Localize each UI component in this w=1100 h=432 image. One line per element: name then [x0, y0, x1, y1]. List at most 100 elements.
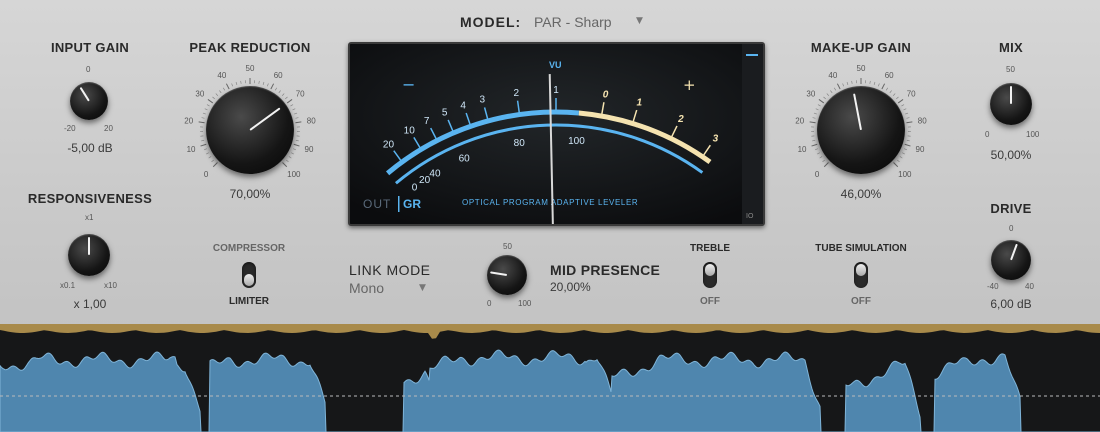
chevron-down-icon: ▼: [419, 283, 426, 293]
peak-reduction-tick-label: 40: [217, 71, 226, 80]
makeup-gain-minor-tick: [873, 81, 876, 85]
vu-tick-label: 20: [383, 139, 395, 150]
makeup-gain-minor-tick: [903, 108, 907, 111]
vu-out-label[interactable]: OUT: [363, 197, 391, 211]
vu-meter: 20 10 7 5 4 3 2 1 0 1 2 3 0 20 40 60 80 100 VU − + OUT GR…: [348, 42, 765, 226]
peak-reduction-minor-tick: [206, 152, 209, 155]
link-mode-selector[interactable]: Mono ▼: [349, 280, 431, 298]
responsiveness-label: RESPONSIVENESS: [27, 191, 153, 206]
mid-presence-scale-max: 100: [518, 299, 532, 308]
vu-gr-label[interactable]: GR: [403, 197, 421, 211]
tube-simulation-state: OFF: [851, 296, 871, 307]
makeup-gain-minor-tick: [889, 90, 892, 94]
knob-indicator: [490, 271, 508, 276]
makeup-gain-minor-tick: [896, 159, 900, 163]
mid-presence-label: MID PRESENCE: [550, 262, 661, 278]
makeup-gain-tick-label: 40: [828, 71, 837, 80]
mix-label: MIX: [998, 40, 1023, 55]
peak-reduction-value: 70,00%: [229, 187, 271, 201]
peak-reduction-tick: [293, 143, 300, 147]
model-label: MODEL:: [460, 14, 522, 30]
makeup-gain-tick: [809, 121, 816, 124]
peak-reduction-minor-tick: [290, 104, 294, 107]
makeup-gain-tick: [904, 143, 911, 147]
makeup-gain-minor-tick: [812, 139, 816, 142]
chevron-down-icon: ▼: [636, 16, 643, 26]
drive-scale-top: 0: [1009, 224, 1014, 233]
vu-gr-tick-label: 60: [459, 154, 471, 165]
peak-reduction-minor-tick: [201, 117, 205, 119]
makeup-gain-value: 46,00%: [840, 187, 882, 201]
makeup-gain-tick: [818, 99, 825, 104]
responsiveness-scale-max: x10: [104, 281, 117, 290]
peak-reduction-minor-tick: [215, 93, 219, 96]
peak-reduction-minor-tick: [219, 90, 222, 94]
vu-title: VU: [549, 60, 562, 70]
makeup-gain-tick: [897, 99, 904, 104]
makeup-gain-tick-label: 20: [795, 116, 804, 125]
peak-reduction-minor-tick: [206, 104, 210, 107]
input-gain-label: INPUT GAIN: [50, 40, 130, 55]
vu-gr-tick-label: 100: [568, 136, 585, 147]
knob-indicator: [249, 107, 281, 131]
makeup-gain-knob[interactable]: [817, 86, 905, 174]
vu-meter-face: 201075432 1 0123020406080 100 VU − + OUT GR…: [350, 44, 763, 224]
makeup-gain-minor-tick: [842, 83, 845, 87]
toggle-handle: [244, 274, 254, 286]
vu-gr-tick-label: 40: [429, 169, 441, 180]
peak-reduction-tick: [270, 83, 275, 90]
makeup-gain-minor-tick: [877, 83, 880, 87]
drive-knob[interactable]: [991, 240, 1031, 280]
tube-simulation-toggle[interactable]: [854, 262, 868, 288]
makeup-gain-minor-tick: [901, 104, 905, 107]
peak-reduction-minor-tick: [240, 80, 242, 84]
mix-scale-max: 100: [1026, 130, 1040, 139]
peak-reduction-tick-label: 60: [274, 71, 283, 80]
mix-knob[interactable]: [990, 83, 1032, 125]
drive-value: 6,00 dB: [990, 297, 1032, 311]
makeup-gain-minor-tick: [817, 104, 821, 107]
input-gain-scale-max: 20: [104, 124, 113, 133]
knob-indicator: [79, 86, 90, 102]
input-gain-scale-min: -20: [64, 124, 76, 133]
input-gain-value: -5,00 dB: [67, 141, 113, 155]
limiter-label: LIMITER: [229, 296, 269, 307]
peak-reduction-tick: [286, 99, 293, 104]
vu-io-badge: IO: [746, 213, 754, 220]
makeup-gain-minor-tick: [833, 87, 837, 91]
compressor-limiter-toggle[interactable]: [242, 262, 256, 288]
makeup-gain-minor-tick: [902, 152, 905, 155]
mid-presence-scale-top: 50: [503, 242, 512, 251]
peak-reduction-tick-label: 30: [195, 90, 204, 99]
plugin-panel: MODEL: PAR - Sharp ▼ INPUT GAIN 0 -20 20…: [0, 0, 1100, 328]
peak-reduction-tick-label: 90: [305, 145, 314, 154]
makeup-gain-tick-label: 0: [815, 170, 820, 179]
knob-indicator: [88, 237, 90, 255]
treble-state: OFF: [700, 296, 720, 307]
peak-reduction-minor-tick: [295, 139, 299, 142]
makeup-gain-minor-tick: [892, 93, 896, 96]
makeup-gain-tick-label: 10: [798, 145, 807, 154]
peak-reduction-minor-tick: [202, 112, 206, 115]
makeup-gain-tick: [906, 121, 913, 124]
peak-reduction-minor-tick: [222, 87, 226, 91]
peak-reduction-tick: [212, 162, 218, 168]
peak-reduction-minor-tick: [201, 139, 205, 142]
treble-label: TREBLE: [690, 243, 730, 254]
peak-reduction-tick: [200, 143, 207, 147]
peak-reduction-tick: [295, 121, 302, 124]
makeup-gain-minor-tick: [817, 152, 820, 155]
makeup-gain-minor-tick: [906, 117, 910, 119]
mid-presence-knob[interactable]: [487, 255, 527, 295]
peak-reduction-minor-tick: [235, 81, 238, 85]
peak-reduction-minor-tick: [288, 156, 292, 159]
input-gain-knob[interactable]: [70, 82, 108, 120]
makeup-gain-tick-label: 100: [898, 170, 912, 179]
makeup-gain-minor-tick: [903, 148, 908, 151]
knob-indicator: [1010, 86, 1012, 104]
responsiveness-knob[interactable]: [68, 234, 110, 276]
vu-tick-label: 2: [677, 114, 684, 125]
treble-toggle[interactable]: [703, 262, 717, 288]
peak-reduction-knob[interactable]: [206, 86, 294, 174]
model-selector[interactable]: PAR - Sharp ▼: [534, 12, 646, 32]
